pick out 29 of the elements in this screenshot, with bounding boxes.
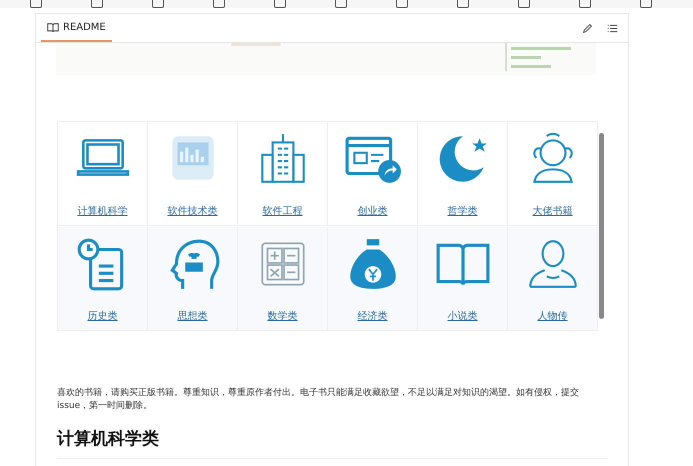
category-link[interactable]: 创业类 [358, 204, 388, 218]
category-link[interactable]: 软件技术类 [168, 204, 218, 218]
folder-icon[interactable] [335, 0, 347, 8]
folder-icon[interactable] [457, 0, 469, 8]
folder-icon[interactable] [396, 0, 408, 8]
folder-icon[interactable] [518, 0, 530, 8]
category-link[interactable]: 哲学类 [448, 204, 478, 218]
category-link[interactable]: 思想类 [178, 308, 208, 322]
category-link[interactable]: 软件工程 [262, 204, 302, 218]
category-link[interactable]: 历史类 [88, 308, 118, 322]
category-link[interactable]: 数学类 [268, 308, 298, 322]
list-icon[interactable] [607, 22, 618, 34]
book-icon [47, 22, 59, 32]
category-link[interactable]: 经济类 [358, 308, 388, 322]
folder-icon[interactable] [152, 0, 164, 8]
folder-icon[interactable] [30, 0, 42, 8]
category-link[interactable]: 小说类 [448, 308, 478, 322]
folder-icon[interactable] [213, 0, 225, 8]
folder-icon[interactable] [91, 0, 103, 8]
category-link[interactable]: 计算机科学 [78, 204, 128, 218]
edit-icon[interactable] [582, 22, 593, 34]
folder-icon[interactable] [274, 0, 286, 8]
notice-text: 喜欢的书籍，请购买正版书籍。尊重知识，尊重原作者付出。电子书只能满足收藏欲望，不足以满足对知识的渴望。如有侵权，提交issue，第一时间删除。 [57, 387, 580, 413]
folder-icon[interactable] [640, 0, 652, 8]
folder-icon[interactable] [579, 0, 591, 8]
scroll-thumb[interactable] [599, 133, 604, 319]
category-link[interactable]: 大佬书籍 [532, 204, 572, 218]
category-link[interactable]: 人物传 [538, 308, 568, 322]
section-heading: 计算机科学类 [57, 428, 160, 450]
